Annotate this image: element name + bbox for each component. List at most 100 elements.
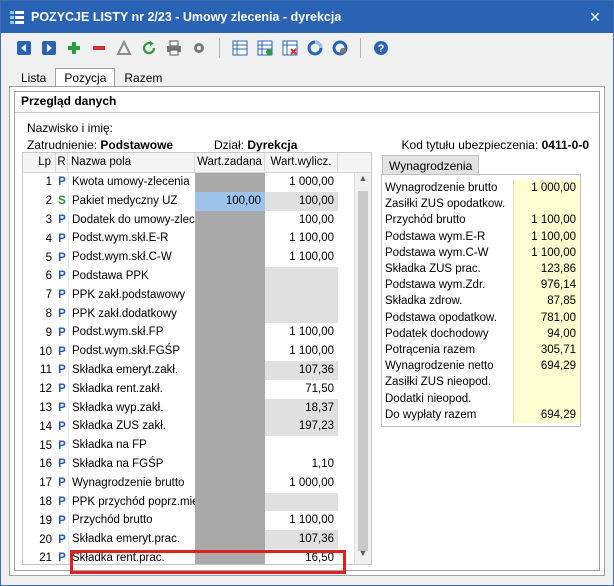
table-edit-icon[interactable] [254,37,276,59]
header-lp[interactable]: Lp [23,153,56,172]
header-set-value[interactable]: Wart.zadana [195,153,265,172]
table-calc-icon[interactable] [229,37,251,59]
row-computed-value[interactable]: 100,00 [265,191,338,211]
table-row[interactable]: 19 P Przychód brutto 1 100,00 [23,511,371,531]
scroll-up-icon[interactable]: ▲ [355,173,371,189]
refresh-icon[interactable] [138,37,160,59]
row-name[interactable]: Podst.wym.skł.FP [68,323,195,343]
row-set-value[interactable]: 100,00 [195,191,265,211]
row-computed-value[interactable] [265,436,338,455]
table-row[interactable]: 14 P Składka ZUS zakł. 197,23 [23,417,371,437]
row-computed-value[interactable]: 1 000,00 [265,474,338,493]
row-set-value[interactable] [195,379,265,399]
row-set-value[interactable] [195,511,265,531]
row-computed-value[interactable]: 1 100,00 [265,323,338,342]
row-computed-value[interactable]: 1 100,00 [265,511,338,530]
row-computed-value[interactable]: 100,00 [265,211,338,230]
row-name[interactable]: Składka emeryt.prac. [68,530,195,549]
table-row[interactable]: 13 P Składka wyp.zakł. 18,37 [23,398,371,418]
positions-grid[interactable]: Lp R Nazwa pola Wart.zadana Wart.wylicz.… [22,152,372,565]
header-r[interactable]: R [56,153,68,172]
row-name[interactable]: Składka rent.zakł. [68,379,195,399]
table-row[interactable]: 7 P PPK zakł.podstawowy [23,285,371,305]
row-name[interactable]: Dodatek do umowy-zlecenia [68,210,195,230]
add-icon[interactable] [63,37,85,59]
row-set-value[interactable] [195,360,265,380]
row-set-value[interactable] [195,342,265,361]
header-name[interactable]: Nazwa pola [68,153,195,172]
row-set-value[interactable] [195,266,265,286]
tab-razem[interactable]: Razem [115,68,171,87]
table-row[interactable]: 1 P Kwota umowy-zlecenia 1 000,00 [23,173,371,192]
table-row[interactable]: 3PDodatek do umowy-zlecenia 100,00 [23,210,371,230]
settings-icon[interactable] [188,37,210,59]
grid-scrollbar[interactable]: ▲ ▼ [354,173,371,564]
row-name[interactable]: Podst.wym.skł.C-W [68,248,195,267]
row-name[interactable]: PPK zakł.dodatkowy [68,304,195,324]
row-name[interactable]: PPK przychód poprz.mies. [68,492,195,512]
tab-pozycja[interactable]: Pozycja [55,68,116,87]
row-computed-value[interactable]: 107,36 [265,360,338,380]
row-set-value[interactable] [195,454,265,474]
row-computed-value[interactable] [265,285,338,305]
row-computed-value[interactable] [265,492,338,512]
table-row[interactable]: 10 P Podst.wym.skł.FGŚP 1 100,00 [23,342,371,361]
row-computed-value[interactable]: 197,23 [265,417,338,437]
row-computed-value[interactable]: 1 100,00 [265,229,338,248]
row-set-value[interactable] [195,248,265,267]
print-icon[interactable] [163,37,185,59]
row-set-value[interactable] [195,210,265,230]
row-name[interactable]: Podst.wym.skł.FGŚP [68,342,195,361]
row-name[interactable]: Pakiet medyczny UZ [68,191,195,211]
table-row[interactable]: 16 P Składka na FGŚP 1,10 [23,454,371,474]
row-computed-value[interactable]: 1 100,00 [265,248,338,267]
row-computed-value[interactable]: 1 000,00 [265,173,338,192]
row-computed-value[interactable]: 18,37 [265,398,338,418]
tab-lista[interactable]: Lista [12,68,55,87]
row-name[interactable]: Składka emeryt.zakł. [68,360,195,380]
delete-icon[interactable] [88,37,110,59]
table-row[interactable]: 11 P Składka emeryt.zakł. 107,36 [23,360,371,380]
table-row[interactable]: 4 P Podst.wym.skł.E-R 1 100,00 [23,229,371,249]
row-name[interactable]: Przychód brutto [68,511,195,531]
table-row[interactable]: 8 P PPK zakł.dodatkowy [23,304,371,324]
row-set-value[interactable] [195,417,265,437]
row-name[interactable]: Składka na FP [68,436,195,455]
row-set-value[interactable] [195,436,265,455]
row-name[interactable]: Składka ZUS zakł. [68,417,195,437]
table-row[interactable]: 18 P PPK przychód poprz.mies. [23,492,371,512]
row-set-value[interactable] [195,530,265,549]
row-name[interactable]: Podstawa PPK [68,266,195,286]
row-name[interactable]: Składka na FGŚP [68,454,195,474]
row-set-value[interactable] [195,398,265,418]
row-set-value[interactable] [195,304,265,324]
row-set-value[interactable] [195,229,265,249]
row-computed-value[interactable]: 1 100,00 [265,342,338,361]
row-computed-value[interactable] [265,266,338,286]
table-row[interactable]: 20 P Składka emeryt.prac. 107,36 [23,530,371,549]
next-icon[interactable] [38,37,60,59]
row-set-value[interactable] [195,285,265,305]
row-computed-value[interactable] [265,304,338,324]
row-name[interactable]: Kwota umowy-zlecenia [68,173,195,192]
table-row[interactable]: 2 S Pakiet medyczny UZ 100,00 100,00 [23,191,371,211]
cycle-settings-icon[interactable] [329,37,351,59]
row-name[interactable]: Podst.wym.skł.E-R [68,229,195,249]
cycle-icon[interactable] [304,37,326,59]
scroll-down-icon[interactable]: ▼ [355,548,371,564]
table-row[interactable]: 9 P Podst.wym.skł.FP 1 100,00 [23,323,371,343]
scroll-thumb[interactable] [358,191,368,551]
warning-icon[interactable] [113,37,135,59]
tab-wynagrodzenia[interactable]: Wynagrodzenia [382,155,480,175]
header-computed-value[interactable]: Wart.wylicz. [265,153,338,172]
row-computed-value[interactable]: 71,50 [265,380,338,399]
row-name[interactable]: Wynagrodzenie brutto [68,473,195,493]
close-icon[interactable]: ✕ [577,1,613,33]
table-row[interactable]: 12 P Składka rent.zakł. 71,50 [23,379,371,399]
row-set-value[interactable] [195,323,265,343]
table-row[interactable]: 17 P Wynagrodzenie brutto 1 000,00 [23,473,371,493]
row-set-value[interactable] [195,473,265,493]
row-name[interactable]: PPK zakł.podstawowy [68,285,195,305]
help-icon[interactable]: ? [370,37,392,59]
row-set-value[interactable] [195,492,265,512]
